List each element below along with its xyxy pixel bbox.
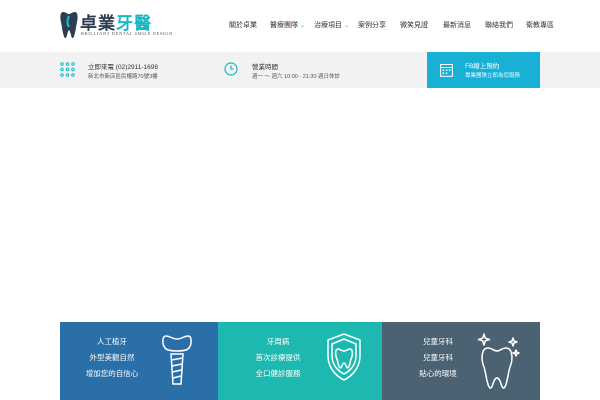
tile-line: 兒童牙科 <box>423 353 453 362</box>
tooth-logo-icon <box>60 12 78 39</box>
logo-subtitle: BRILLIANT DENTAL SMILE DESIGN <box>81 31 173 36</box>
dots-grid-icon <box>60 62 75 77</box>
nav-item-about[interactable]: 關於卓業 <box>229 20 257 30</box>
nav-item-education[interactable]: 衛教專區 <box>526 20 554 30</box>
calendar-icon <box>440 64 453 77</box>
nav-item-team[interactable]: 醫療團隊 ⌄ <box>270 20 305 30</box>
tile-line: 全口健診服務 <box>255 369 301 378</box>
sparkling-tooth-icon <box>477 333 520 389</box>
clock-icon <box>224 62 238 76</box>
tile-line: 增加您的自信心 <box>85 369 139 378</box>
dental-implant-icon <box>162 335 192 385</box>
nav-item-testimonials[interactable]: 微笑見證 <box>400 20 428 30</box>
tile-dental-implant[interactable]: 人工植牙 外型美觀自然 增加您的自信心 <box>60 322 218 400</box>
tile-title: 人工植牙 <box>97 337 127 346</box>
tile-title: 牙周病 <box>266 337 290 346</box>
hours-text: 週一 ～ 週六 10:00 - 21:30 週日休診 <box>252 74 341 80</box>
tile-line: 貼心的環境 <box>419 369 457 378</box>
site-header: 卓業牙醫 BRILLIANT DENTAL SMILE DESIGN 關於卓業 … <box>0 0 600 52</box>
hours-title: 營業時間 <box>252 64 278 71</box>
fb-booking-subtitle: 專業團隊立即為您服務 <box>465 73 521 79</box>
nav-item-treatments[interactable]: 治療項目 ⌄ <box>314 20 349 30</box>
fb-booking-button[interactable]: FB線上預約 專業團隊立即為您服務 <box>427 52 540 88</box>
nav-item-contact[interactable]: 聯絡我們 <box>485 20 513 30</box>
fb-booking-title: FB線上預約 <box>465 63 500 70</box>
nav-item-cases[interactable]: 案例分享 <box>358 20 386 30</box>
address-text: 新北市新店區民權路70號3樓 <box>88 74 158 80</box>
tile-line: 外型美觀自然 <box>89 353 135 362</box>
tile-pediatric-dentistry[interactable]: 兒童牙科 兒童牙科 貼心的環境 <box>382 322 540 400</box>
tile-title: 兒童牙科 <box>423 337 453 346</box>
logo[interactable]: 卓業牙醫 BRILLIANT DENTAL SMILE DESIGN <box>60 8 173 44</box>
tile-periodontal[interactable]: 牙周病 首次診療提供 全口健診服務 <box>218 322 382 400</box>
nav-item-news[interactable]: 最新消息 <box>443 20 471 30</box>
phone-text[interactable]: 立即來電 (02)2911-1698 <box>88 61 158 71</box>
chevron-down-icon: ⌄ <box>344 23 350 29</box>
tile-line: 首次診療提供 <box>255 353 301 362</box>
tooth-shield-icon <box>327 333 361 381</box>
tile-text: 兒童牙科 兒童牙科 貼心的環境 <box>406 334 470 382</box>
chevron-down-icon: ⌄ <box>300 23 306 29</box>
tile-text: 牙周病 首次診療提供 全口健診服務 <box>246 334 310 382</box>
tile-text: 人工植牙 外型美觀自然 增加您的自信心 <box>80 334 144 382</box>
